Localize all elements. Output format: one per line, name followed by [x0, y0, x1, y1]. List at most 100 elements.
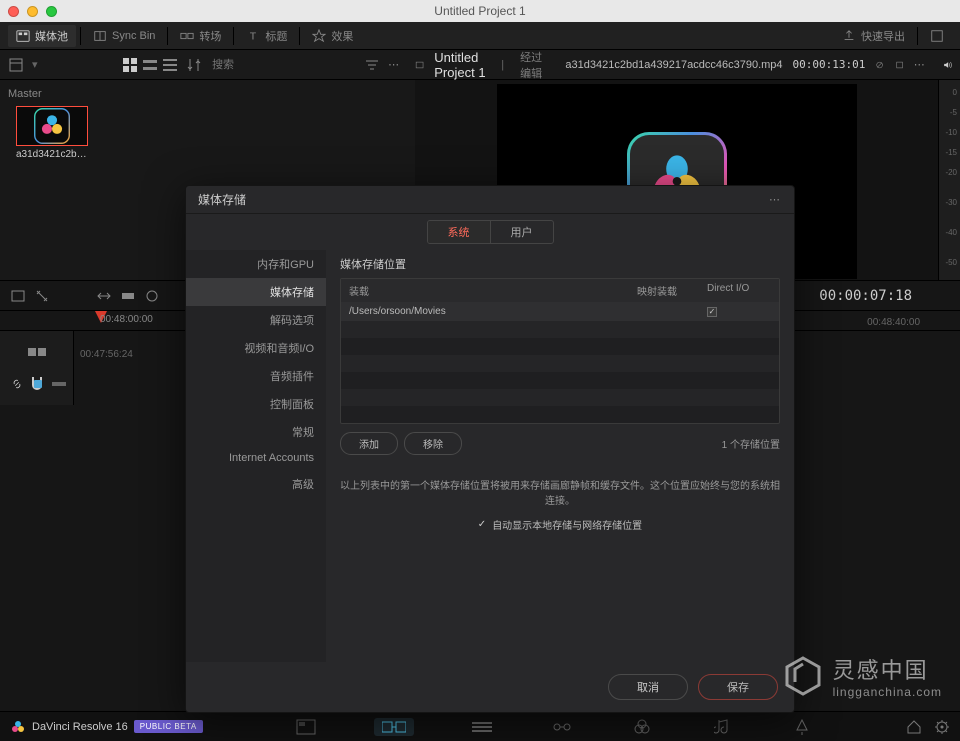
replace-icon[interactable]	[144, 288, 160, 304]
sidebar-item-video-audio-io[interactable]: 视频和音频I/O	[186, 334, 326, 362]
resolve-logo-icon	[34, 108, 70, 144]
edit-page-icon[interactable]	[470, 718, 494, 736]
timeline-timecode[interactable]: 00:00:07:18	[819, 288, 950, 304]
dialog-main-panel: 媒体存储位置 装载 映射装载 Direct I/O /Users/orsoon/…	[326, 250, 794, 662]
media-pool-icon	[16, 29, 30, 43]
ruler-timestamp: 00:48:00:00	[100, 314, 153, 325]
col-mount: 装载	[341, 279, 629, 302]
effects-icon	[312, 29, 326, 43]
dialog-sidebar: 内存和GPU 媒体存储 解码选项 视频和音频I/O 音频插件 控制面板 常规 I…	[186, 250, 326, 662]
sort-icon[interactable]	[186, 57, 202, 73]
table-row[interactable]: /Users/orsoon/Movies ✓	[341, 302, 779, 321]
col-mapped: 映射装载	[629, 279, 699, 302]
sidebar-item-media-storage[interactable]: 媒体存储	[186, 278, 326, 306]
titles-button[interactable]: T 标题	[238, 25, 295, 47]
media-pool-label: 媒体池	[35, 28, 68, 44]
video-track-toggle[interactable]	[34, 380, 42, 388]
viewer-options-icon[interactable]: ⋯	[914, 58, 925, 71]
current-clip-filename: a31d3421c2bd1a439217acdcc46c3790.mp4	[565, 59, 782, 71]
search-input[interactable]	[210, 57, 356, 73]
home-icon[interactable]	[906, 719, 922, 735]
directio-checkbox[interactable]: ✓	[707, 307, 717, 317]
dialog-menu-icon[interactable]: ⋯	[769, 193, 782, 206]
sidebar-item-control-panel[interactable]: 控制面板	[186, 390, 326, 418]
color-page-icon[interactable]	[630, 718, 654, 736]
fullscreen-icon	[930, 29, 944, 43]
cancel-button[interactable]: 取消	[608, 674, 688, 700]
thumbnail-view-icon[interactable]	[122, 57, 138, 73]
sidebar-item-internet-accounts[interactable]: Internet Accounts	[186, 446, 326, 470]
track-header[interactable]	[0, 331, 74, 405]
overwrite-icon[interactable]	[120, 288, 136, 304]
insert-icon[interactable]	[96, 288, 112, 304]
cut-page-icon[interactable]	[374, 718, 414, 736]
effects-button[interactable]: 效果	[304, 25, 361, 47]
sidebar-item-decode-options[interactable]: 解码选项	[186, 306, 326, 334]
edited-status: 经过编辑	[520, 49, 545, 81]
project-title: Untitled Project 1	[434, 50, 491, 80]
top-toolbar: 媒体池 Sync Bin 转场 T 标题 效果 快速导出	[0, 22, 960, 50]
checkmark-icon[interactable]: ✓	[478, 519, 486, 530]
filter-icon[interactable]	[364, 57, 380, 73]
deliver-page-icon[interactable]	[790, 718, 814, 736]
tab-system[interactable]: 系统	[428, 221, 490, 243]
transitions-label: 转场	[199, 28, 221, 44]
bin-view-icon[interactable]	[8, 57, 24, 73]
sidebar-item-audio-plugins[interactable]: 音频插件	[186, 362, 326, 390]
tab-user[interactable]: 用户	[490, 221, 553, 243]
storage-count-label: 1 个存储位置	[722, 436, 780, 451]
blade-tool-icon[interactable]	[34, 288, 50, 304]
fairlight-page-icon[interactable]	[710, 718, 734, 736]
selection-tool-icon[interactable]	[10, 288, 26, 304]
quick-export-button[interactable]: 快速导出	[834, 25, 913, 47]
sidebar-item-general[interactable]: 常规	[186, 418, 326, 446]
sync-bin-button[interactable]: Sync Bin	[85, 26, 163, 46]
clip-thumbnail[interactable]: a31d3421c2bd1a4...	[16, 106, 88, 164]
svg-text:T: T	[250, 30, 257, 42]
sync-bin-label: Sync Bin	[112, 30, 155, 42]
fusion-page-icon[interactable]	[550, 718, 574, 736]
master-bin-label[interactable]: Master	[8, 88, 407, 100]
transition-tool-icon[interactable]	[28, 345, 46, 359]
titles-label: 标题	[265, 28, 287, 44]
options-menu-icon[interactable]: ⋯	[388, 58, 399, 71]
window-titlebar: Untitled Project 1	[0, 0, 960, 22]
export-icon	[842, 29, 856, 43]
fullscreen-button[interactable]	[922, 26, 952, 46]
bottom-page-nav: DaVinci Resolve 16 PUBLIC BETA	[0, 711, 960, 741]
col-directio: Direct I/O	[699, 279, 779, 302]
table-header: 装载 映射装载 Direct I/O	[341, 279, 779, 302]
media-pool-button[interactable]: 媒体池	[8, 25, 76, 47]
speaker-icon[interactable]	[943, 57, 952, 73]
sidebar-item-memory-gpu[interactable]: 内存和GPU	[186, 250, 326, 278]
remove-button[interactable]: 移除	[404, 432, 462, 455]
ruler-timestamp-end: 00:48:40:00	[867, 317, 920, 328]
save-button[interactable]: 保存	[698, 674, 778, 700]
sync-bin-icon	[93, 29, 107, 43]
media-page-icon[interactable]	[294, 718, 318, 736]
window-title: Untitled Project 1	[0, 4, 960, 18]
match-frame-icon[interactable]	[895, 57, 904, 73]
viewer-mode-icon[interactable]	[415, 57, 424, 73]
current-clip-duration: 00:00:13:01	[793, 58, 866, 71]
preferences-dialog: 媒体存储 ⋯ 系统 用户 内存和GPU 媒体存储 解码选项 视频和音频I/O 音…	[185, 185, 795, 713]
link-icon[interactable]	[10, 377, 24, 391]
dialog-title: 媒体存储	[198, 191, 246, 208]
transitions-button[interactable]: 转场	[172, 25, 229, 47]
audio-meter: 0 -5 -10 -15 -20 -30 -40 -50	[938, 80, 960, 280]
app-name-label: DaVinci Resolve 16	[32, 721, 128, 733]
list-view-icon[interactable]	[162, 57, 178, 73]
secondary-toolbar: ▾ ⋯ Untitled Project 1 | 经过编辑 a31d3421c2…	[0, 50, 960, 80]
project-settings-icon[interactable]	[934, 719, 950, 735]
sidebar-item-advanced[interactable]: 高级	[186, 470, 326, 498]
track-timestamp: 00:47:56:24	[80, 349, 133, 360]
strip-view-icon[interactable]	[142, 57, 158, 73]
auto-display-checkbox-label[interactable]: 自动显示本地存储与网络存储位置	[492, 517, 642, 532]
storage-table: 装载 映射装载 Direct I/O /Users/orsoon/Movies …	[340, 278, 780, 424]
audio-track-icon[interactable]	[52, 379, 66, 389]
add-button[interactable]: 添加	[340, 432, 398, 455]
bypass-icon[interactable]	[875, 57, 884, 73]
clip-name-label: a31d3421c2bd1a4...	[16, 149, 88, 160]
row-path: /Users/orsoon/Movies	[341, 302, 629, 321]
beta-badge: PUBLIC BETA	[134, 720, 203, 733]
